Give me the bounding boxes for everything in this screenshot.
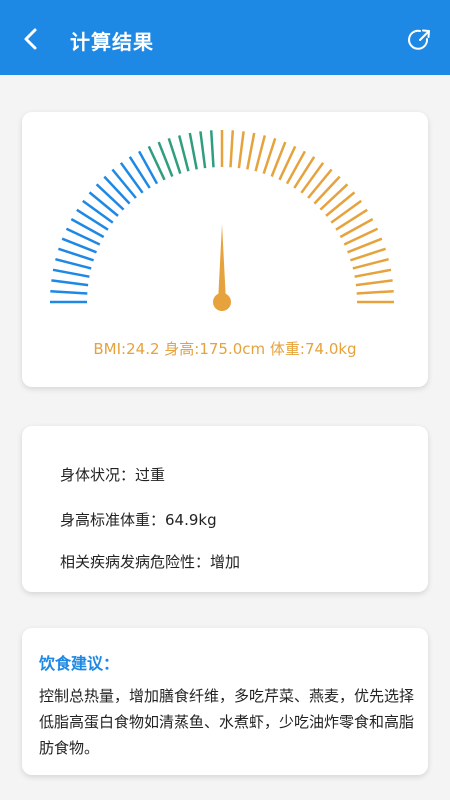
gauge-tick [167,138,182,174]
gauge-tick [313,175,341,205]
gauge-tick [352,257,389,270]
gauge-tick [237,131,245,169]
gauge-tick [188,132,198,170]
gauge-tick [356,289,394,295]
bmi-value-text: BMI:24.2 [93,340,160,358]
gauge-tick [229,130,235,168]
gauge-tick [58,247,94,262]
gauge-needle-hub [213,293,231,311]
share-icon[interactable] [406,27,432,53]
gauge-tick [119,162,144,194]
gauge-tick [246,132,256,170]
disease-risk: 相关疾病发病危险性：增加 [60,553,241,571]
gauge-tick [95,183,125,211]
gauge-tick [293,156,316,189]
gauge-tick [330,199,362,224]
gauge-tick [254,135,267,172]
body-info-card: 身体状况：过重 身高标准体重：64.9kg 相关疾病发病危险性：增加 [22,426,428,592]
gauge-tick [76,208,109,231]
gauge-tick [177,135,190,172]
gauge-tick [55,257,92,270]
diet-advice-text: 控制总热量，增加膳食纤维，多吃芹菜、燕麦，优先选择低脂高蛋白食物如清蒸鱼、水煮虾… [39,687,415,757]
bmi-gauge [50,130,394,311]
gauge-tick [103,175,131,205]
gauge-readout: BMI:24.2 身高:175.0cm 体重:74.0kg [22,338,428,359]
gauge-tick [350,247,386,262]
standard-weight: 身高标准体重：64.9kg [60,511,217,529]
gauge-tick [300,162,325,194]
gauge-tick [325,191,356,217]
gauge-tick [209,130,215,168]
gauge-tick [262,138,277,174]
gauge-tick [51,279,89,287]
bmi-gauge-card: BMI:24.2 身高:175.0cm 体重:74.0kg [22,112,428,387]
page-title: 计算结果 [70,30,154,54]
body-status: 身体状况：过重 [60,466,166,484]
gauge-tick [319,183,349,211]
diet-advice-card: 饮食建议： 控制总热量，增加膳食纤维，多吃芹菜、燕麦，优先选择低脂高蛋白食物如清… [22,628,428,775]
gauge-tick [52,268,90,278]
gauge-tick [128,156,151,189]
gauge-needle [218,224,226,302]
gauge-tick [111,168,137,199]
gauge-tick [88,191,119,217]
height-value-text: 身高:175.0cm [164,340,266,358]
app-bar: 计算结果 [0,0,450,75]
gauge-tick [82,199,114,224]
diet-advice-title: 饮食建议： [39,654,120,673]
weight-value-text: 体重:74.0kg [269,340,357,358]
gauge-tick [50,289,88,295]
back-arrow-icon[interactable] [18,26,44,52]
gauge-tick [335,208,368,231]
gauge-tick [354,268,392,278]
gauge-tick [355,279,393,287]
gauge-tick [307,168,333,199]
gauge-tick [199,131,207,169]
